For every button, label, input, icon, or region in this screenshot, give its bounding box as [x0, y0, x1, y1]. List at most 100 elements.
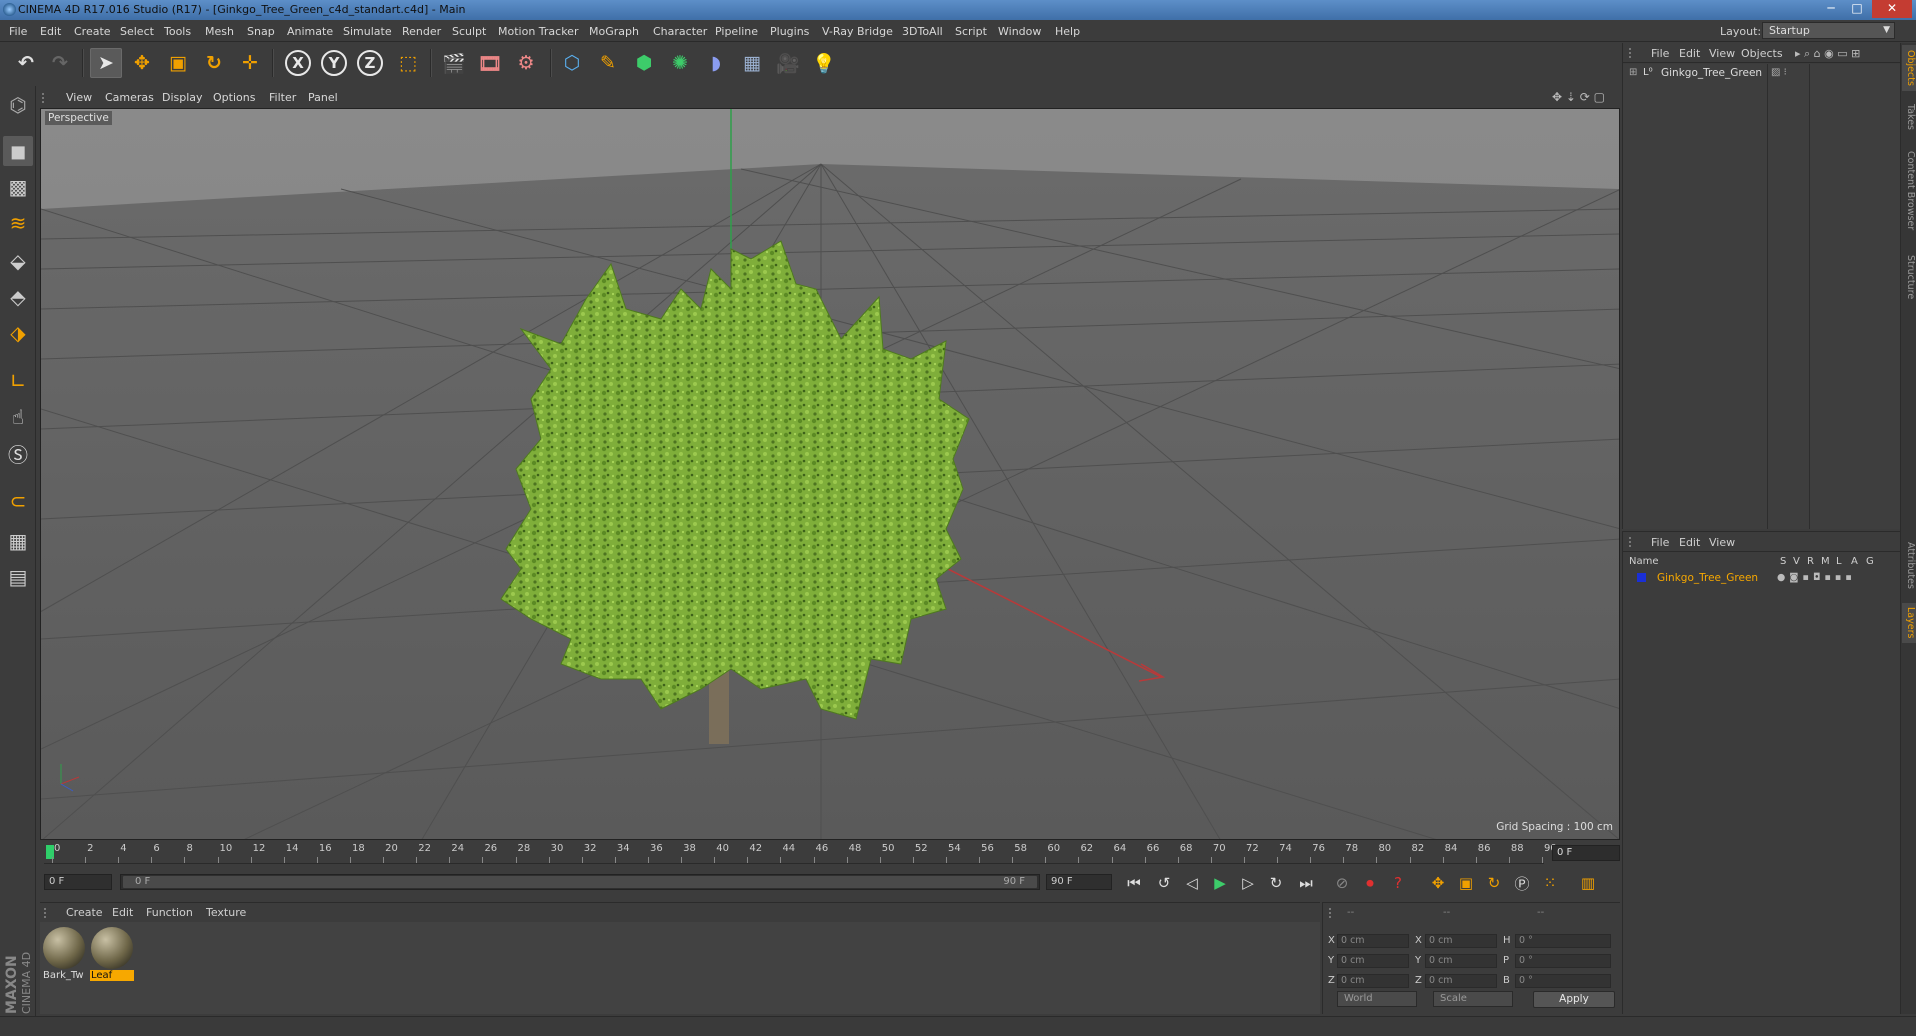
go-to-start-icon[interactable]: ⏮	[1122, 872, 1146, 894]
viewport-menu-filter[interactable]: Filter	[269, 91, 296, 104]
keyframe-selection-icon[interactable]: ?	[1386, 872, 1410, 894]
edges-mode-icon[interactable]: ⬘	[3, 282, 33, 312]
rotation-h-field[interactable]: 0 °	[1515, 934, 1611, 948]
menu-plugins[interactable]: Plugins	[770, 25, 809, 38]
menu-tools[interactable]: Tools	[164, 25, 191, 38]
layers-menu-edit[interactable]: Edit	[1679, 536, 1700, 549]
layout-select[interactable]: Startup ▼	[1762, 22, 1895, 39]
z-axis-lock[interactable]: Z	[354, 48, 386, 78]
objects-menu-objects[interactable]: Objects	[1741, 47, 1783, 60]
position-z-field[interactable]: 0 cm	[1337, 974, 1409, 988]
material-menu-create[interactable]: Create	[66, 906, 103, 919]
objects-menu-view[interactable]: View	[1709, 47, 1735, 60]
magnet-icon[interactable]: ⊂	[3, 486, 33, 516]
material-menu-edit[interactable]: Edit	[112, 906, 133, 919]
rotate-icon[interactable]: ↻	[198, 48, 230, 78]
size-z-field[interactable]: 0 cm	[1425, 974, 1497, 988]
layer-toggle-icons[interactable]: ●◙▪◘▪▪▪	[1777, 572, 1856, 583]
pen-spline-icon[interactable]: ✎	[592, 48, 624, 78]
render-settings-icon[interactable]: ⚙	[510, 48, 542, 78]
material-menu-texture[interactable]: Texture	[206, 906, 246, 919]
camera-icon[interactable]: 🎥	[772, 48, 804, 78]
menu-window[interactable]: Window	[998, 25, 1041, 38]
apply-button[interactable]: Apply	[1533, 991, 1615, 1008]
timeline-track[interactable]: 0 2 4 6 8 10 12 14 16 18 20 22 24 26 28 30 32 34 36 38 40 42 4…	[44, 842, 1557, 864]
snap-icon[interactable]: Ⓢ	[3, 438, 33, 468]
objects-menu-file[interactable]: File	[1651, 47, 1669, 60]
menu-mesh[interactable]: Mesh	[205, 25, 234, 38]
select-cursor-icon[interactable]: ➤	[90, 48, 122, 78]
transform-mode-dropdown[interactable]: Scale	[1433, 991, 1513, 1007]
position-x-field[interactable]: 0 cm	[1337, 934, 1409, 948]
end-frame-field[interactable]: 90 F	[1046, 874, 1112, 890]
deformer-icon[interactable]: ◗	[700, 48, 732, 78]
close-button[interactable]: ✕	[1872, 0, 1912, 18]
auto-keying-icon[interactable]: ⏺	[1358, 872, 1382, 894]
menu-render[interactable]: Render	[402, 25, 441, 38]
menu-simulate[interactable]: Simulate	[343, 25, 392, 38]
size-x-field[interactable]: 0 cm	[1425, 934, 1497, 948]
menu-edit[interactable]: Edit	[40, 25, 61, 38]
lock-workplane-icon[interactable]: ▦	[3, 526, 33, 556]
tab-attributes[interactable]: Attributes	[1902, 533, 1916, 597]
menu-animate[interactable]: Animate	[287, 25, 333, 38]
live-selection-icon[interactable]: ✛	[234, 48, 266, 78]
workplane-icon[interactable]: ≋	[3, 208, 33, 238]
viewport-menu-options[interactable]: Options	[213, 91, 255, 104]
scale-icon[interactable]: ▣	[162, 48, 194, 78]
tab-takes[interactable]: Takes	[1902, 99, 1916, 135]
maximize-button[interactable]: □	[1844, 0, 1870, 18]
viewport-menu-view[interactable]: View	[66, 91, 92, 104]
texture-mode-icon[interactable]: ▩	[3, 172, 33, 202]
floor-icon[interactable]: ▦	[736, 48, 768, 78]
viewport-3d[interactable]: Perspective Grid Spacing : 100 cm	[40, 108, 1620, 840]
record-keys-icon[interactable]: ⊘	[1330, 872, 1354, 894]
viewport-menu-cameras[interactable]: Cameras	[105, 91, 154, 104]
expand-icon[interactable]: ⊞	[1629, 67, 1637, 78]
object-manager-tool-icons[interactable]: ▸ ⌕ ⌂ ◉ ▭ ⊞	[1795, 47, 1860, 61]
rotation-p-field[interactable]: 0 °	[1515, 954, 1611, 968]
layer-color-swatch[interactable]	[1637, 573, 1646, 582]
menu-character[interactable]: Character	[653, 25, 707, 38]
viewport-menu-display[interactable]: Display	[162, 91, 203, 104]
material-bark[interactable]: Bark_Tw	[42, 926, 86, 982]
layer-row[interactable]: Ginkgo_Tree_Green ●◙▪◘▪▪▪	[1623, 572, 1901, 587]
points-mode-icon[interactable]: ⬙	[3, 246, 33, 276]
next-key-icon[interactable]: ↻	[1264, 872, 1288, 894]
rotation-b-field[interactable]: 0 °	[1515, 974, 1611, 988]
axis-mode-icon[interactable]: ∟	[3, 366, 33, 396]
play-icon[interactable]: ▶	[1208, 872, 1232, 894]
redo-icon[interactable]: ↷	[44, 48, 76, 78]
menu-help[interactable]: Help	[1055, 25, 1080, 38]
tab-content-browser[interactable]: Content Browser	[1902, 143, 1916, 239]
render-view-icon[interactable]: 🎬	[438, 48, 470, 78]
objects-menu-edit[interactable]: Edit	[1679, 47, 1700, 60]
menu-create[interactable]: Create	[74, 25, 111, 38]
x-axis-lock[interactable]: X	[282, 48, 314, 78]
start-frame-field[interactable]: 0 F	[44, 874, 112, 890]
menu-mograph[interactable]: MoGraph	[589, 25, 639, 38]
coordinate-system-icon[interactable]: ⬚	[392, 48, 424, 78]
key-rotation-icon[interactable]: ↻	[1482, 872, 1506, 894]
undo-icon[interactable]: ↶	[10, 48, 42, 78]
menu-3dtoall[interactable]: 3DToAll	[902, 25, 943, 38]
menu-sculpt[interactable]: Sculpt	[452, 25, 486, 38]
timeline-ruler[interactable]: 0 2 4 6 8 10 12 14 16 18 20 22 24 26 28 30 32 34 36 38 40 42 4…	[40, 842, 1620, 864]
key-scale-icon[interactable]: ▣	[1454, 872, 1478, 894]
menu-motion-tracker[interactable]: Motion Tracker	[498, 25, 578, 38]
previous-key-icon[interactable]: ↺	[1152, 872, 1176, 894]
previous-frame-icon[interactable]: ◁	[1180, 872, 1204, 894]
object-row[interactable]: ⊞ L⁰ Ginkgo_Tree_Green ▨ ⁝	[1623, 66, 1901, 82]
menu-pipeline[interactable]: Pipeline	[715, 25, 758, 38]
tab-objects[interactable]: Objects	[1902, 45, 1916, 91]
range-slider[interactable]: 0 F 90 F	[120, 874, 1040, 890]
key-position-icon[interactable]: ✥	[1426, 872, 1450, 894]
position-y-field[interactable]: 0 cm	[1337, 954, 1409, 968]
cloner-icon[interactable]: ✺	[664, 48, 696, 78]
menu-file[interactable]: File	[9, 25, 27, 38]
current-frame-field[interactable]: 0 F	[1552, 845, 1620, 861]
light-icon[interactable]: 💡	[808, 48, 840, 78]
render-picture-viewer-icon[interactable]: 🎞	[474, 48, 506, 78]
polygons-mode-icon[interactable]: ⬗	[3, 318, 33, 348]
tab-structure[interactable]: Structure	[1902, 247, 1916, 307]
